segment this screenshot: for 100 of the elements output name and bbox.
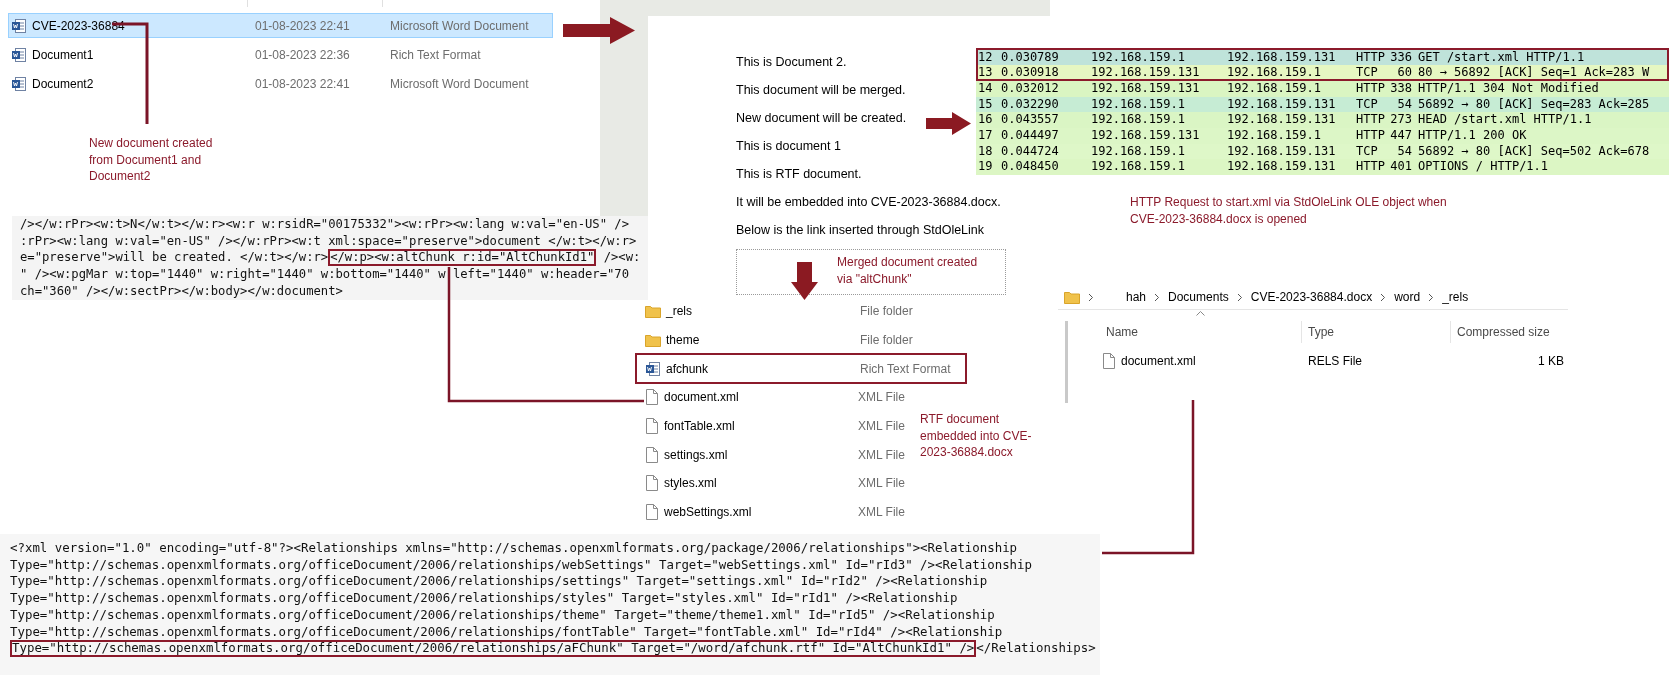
- packet-source: 192.168.159.1: [1091, 96, 1186, 113]
- annotation-arrow: [926, 112, 971, 135]
- packet-number: 19: [978, 159, 994, 175]
- file-row[interactable]: Document1 01-08-2023 22:36 Rich Text Format: [8, 42, 553, 67]
- file-type: XML File: [858, 390, 905, 405]
- chevron-icon: [1428, 292, 1435, 302]
- file-name[interactable]: settings.xml: [664, 447, 858, 462]
- packet-source: 192.168.159.131: [1091, 64, 1201, 80]
- file-icon: [645, 389, 659, 406]
- file-name[interactable]: styles.xml: [664, 476, 858, 491]
- chevron-icon: [1236, 292, 1243, 302]
- document-icon: [11, 75, 27, 92]
- code-text: </Relationships>: [976, 640, 1096, 657]
- packet-info: 80 → 56892 [ACK] Seq=1 Ack=283 W: [1417, 64, 1651, 80]
- code-text: Type="http://schemas.openxmlformats.org/officeDocument/2006/relationships/settings" Target="settings.xml" Id="rId2" /><Relationship: [10, 573, 988, 591]
- file-icon: [1102, 353, 1116, 369]
- packet-row[interactable]: 12 0.030789 192.168.159.1 192.168.159.131 HTTP 336 GET /start.xml HTTP/1.1: [978, 50, 1667, 65]
- folder-icon: [1064, 290, 1080, 304]
- column-header[interactable]: Type: [1301, 321, 1457, 343]
- packet-number: 15: [978, 96, 994, 113]
- packet-number: 13: [978, 64, 994, 80]
- scrollbar[interactable]: [1065, 321, 1068, 403]
- packet-protocol: HTTP: [1356, 127, 1386, 144]
- file-size: 1 KB: [1537, 354, 1565, 368]
- packet-length: 273: [1389, 112, 1412, 128]
- packet-source: 192.168.159.1: [1091, 50, 1186, 65]
- packet-time: 0.044497: [1001, 127, 1060, 144]
- code-text: Type="http://schemas.openxmlformats.org/officeDocument/2006/relationships/webSettings" Target="webSettings.xml" Id="rId3" /><Relationship: [10, 556, 1032, 574]
- file-name[interactable]: _rels: [666, 304, 860, 319]
- file-type: Rich Text Format: [390, 47, 481, 62]
- packet-length: 336: [1389, 50, 1412, 65]
- packet-row[interactable]: 14 0.032012 192.168.159.131 192.168.159.1 HTTP 338 HTTP/1.1 304 Not Modified: [976, 81, 1669, 97]
- file-type: File folder: [860, 304, 913, 319]
- code-text: ch="360" /></w:sectPr></w:body></w:document>: [20, 282, 343, 300]
- file-type: Rich Text Format: [860, 361, 951, 376]
- file-type: XML File: [858, 505, 905, 520]
- packet-protocol: TCP: [1356, 64, 1379, 80]
- sort-caret-icon: [1196, 311, 1205, 316]
- packet-info: HTTP/1.1 200 OK: [1417, 127, 1528, 144]
- document-paragraph: New document will be created.: [736, 110, 907, 127]
- chevron-icon: [1088, 292, 1094, 302]
- packet-row[interactable]: 16 0.043557 192.168.159.1 192.168.159.131 HTTP 273 HEAD /start.xml HTTP/1.1: [976, 112, 1669, 128]
- document-paragraph: This is Document 2.: [736, 54, 847, 71]
- packet-time: 0.044724: [1001, 143, 1060, 160]
- file-row[interactable]: Document2 01-08-2023 22:41 Microsoft Word Document: [8, 71, 553, 96]
- file-date: 01-08-2023 22:36: [255, 47, 351, 62]
- breadcrumb-item[interactable]: hah: [1126, 290, 1147, 304]
- packet-destination: 192.168.159.131: [1227, 143, 1337, 160]
- document-paragraph: Below is the link inserted through StdOleLink: [736, 222, 985, 239]
- code-text: /><w:: [602, 249, 641, 267]
- file-row[interactable]: CVE-2023-36884 01-08-2023 22:41 Microsoft Word Document: [8, 13, 553, 38]
- code-text: <?xml version="1.0" encoding="utf-8"?><Relationships xmlns="http://schemas.openxmlformats.org/package/2006/relationships"><Relationship: [10, 540, 1018, 557]
- file-name[interactable]: fontTable.xml: [664, 419, 858, 434]
- packet-destination: 192.168.159.1: [1227, 64, 1322, 80]
- document-paragraph: It will be embedded into CVE-2023-36884.docx.: [736, 194, 1001, 211]
- packet-number: 18: [978, 143, 994, 160]
- breadcrumb-item[interactable]: Documents: [1168, 290, 1229, 304]
- file-icon: [645, 475, 659, 492]
- packet-source: 192.168.159.1: [1091, 143, 1186, 160]
- folder-icon: [645, 304, 661, 319]
- file-name[interactable]: theme: [666, 333, 860, 348]
- chevron-icon: [1380, 292, 1387, 302]
- breadcrumb-item[interactable]: CVE-2023-36884.docx: [1250, 290, 1373, 304]
- code-text: /></w:rPr><w:t>N</w:t></w:r><w:r w:rsidR="00175332"><w:rPr><w:lang w:val="en-US" />: [20, 216, 629, 233]
- file-type: XML File: [858, 476, 905, 491]
- file-name[interactable]: document.xml: [1121, 354, 1196, 368]
- file-name[interactable]: document.xml: [664, 390, 858, 405]
- document-paragraph: This is RTF document.: [736, 166, 862, 183]
- packet-time: 0.043557: [1001, 112, 1060, 128]
- packet-time: 0.032012: [1001, 81, 1060, 97]
- packet-destination: 192.168.159.131: [1227, 96, 1337, 113]
- annotation-arrow: [791, 262, 818, 300]
- breadcrumb-item[interactable]: _rels: [1442, 290, 1469, 304]
- packet-row[interactable]: 19 0.048450 192.168.159.1 192.168.159.131 HTTP 401 OPTIONS / HTTP/1.1: [976, 159, 1669, 175]
- packet-destination: 192.168.159.131: [1227, 50, 1337, 65]
- packet-destination: 192.168.159.131: [1227, 159, 1337, 175]
- file-type: RELS File: [1308, 354, 1364, 368]
- packet-length: 54: [1396, 96, 1412, 113]
- packet-length: 54: [1396, 143, 1412, 160]
- file-icon: [645, 446, 659, 463]
- document-icon: [11, 46, 27, 63]
- file-type: File folder: [860, 333, 913, 348]
- file-name: Document1: [32, 47, 95, 62]
- folder-icon: [645, 333, 661, 348]
- packet-number: 17: [978, 127, 994, 144]
- breadcrumb-item[interactable]: word: [1394, 290, 1421, 304]
- chevron-icon: [1154, 292, 1161, 302]
- document-paragraph: This document will be merged.: [736, 82, 906, 99]
- packet-number: 12: [978, 50, 994, 65]
- packet-length: 338: [1389, 81, 1412, 97]
- packet-source: 192.168.159.131: [1091, 81, 1201, 97]
- file-name[interactable]: afchunk: [666, 361, 860, 376]
- file-icon: [645, 504, 659, 521]
- column-header[interactable]: Compressed size: [1450, 321, 1568, 343]
- file-name[interactable]: webSettings.xml: [664, 505, 858, 520]
- packet-time: 0.030789: [1001, 50, 1060, 65]
- packet-info: HEAD /start.xml HTTP/1.1: [1417, 112, 1593, 128]
- packet-destination: 192.168.159.1: [1227, 127, 1322, 144]
- file-name: CVE-2023-36884: [32, 18, 126, 33]
- packet-source: 192.168.159.131: [1091, 127, 1201, 144]
